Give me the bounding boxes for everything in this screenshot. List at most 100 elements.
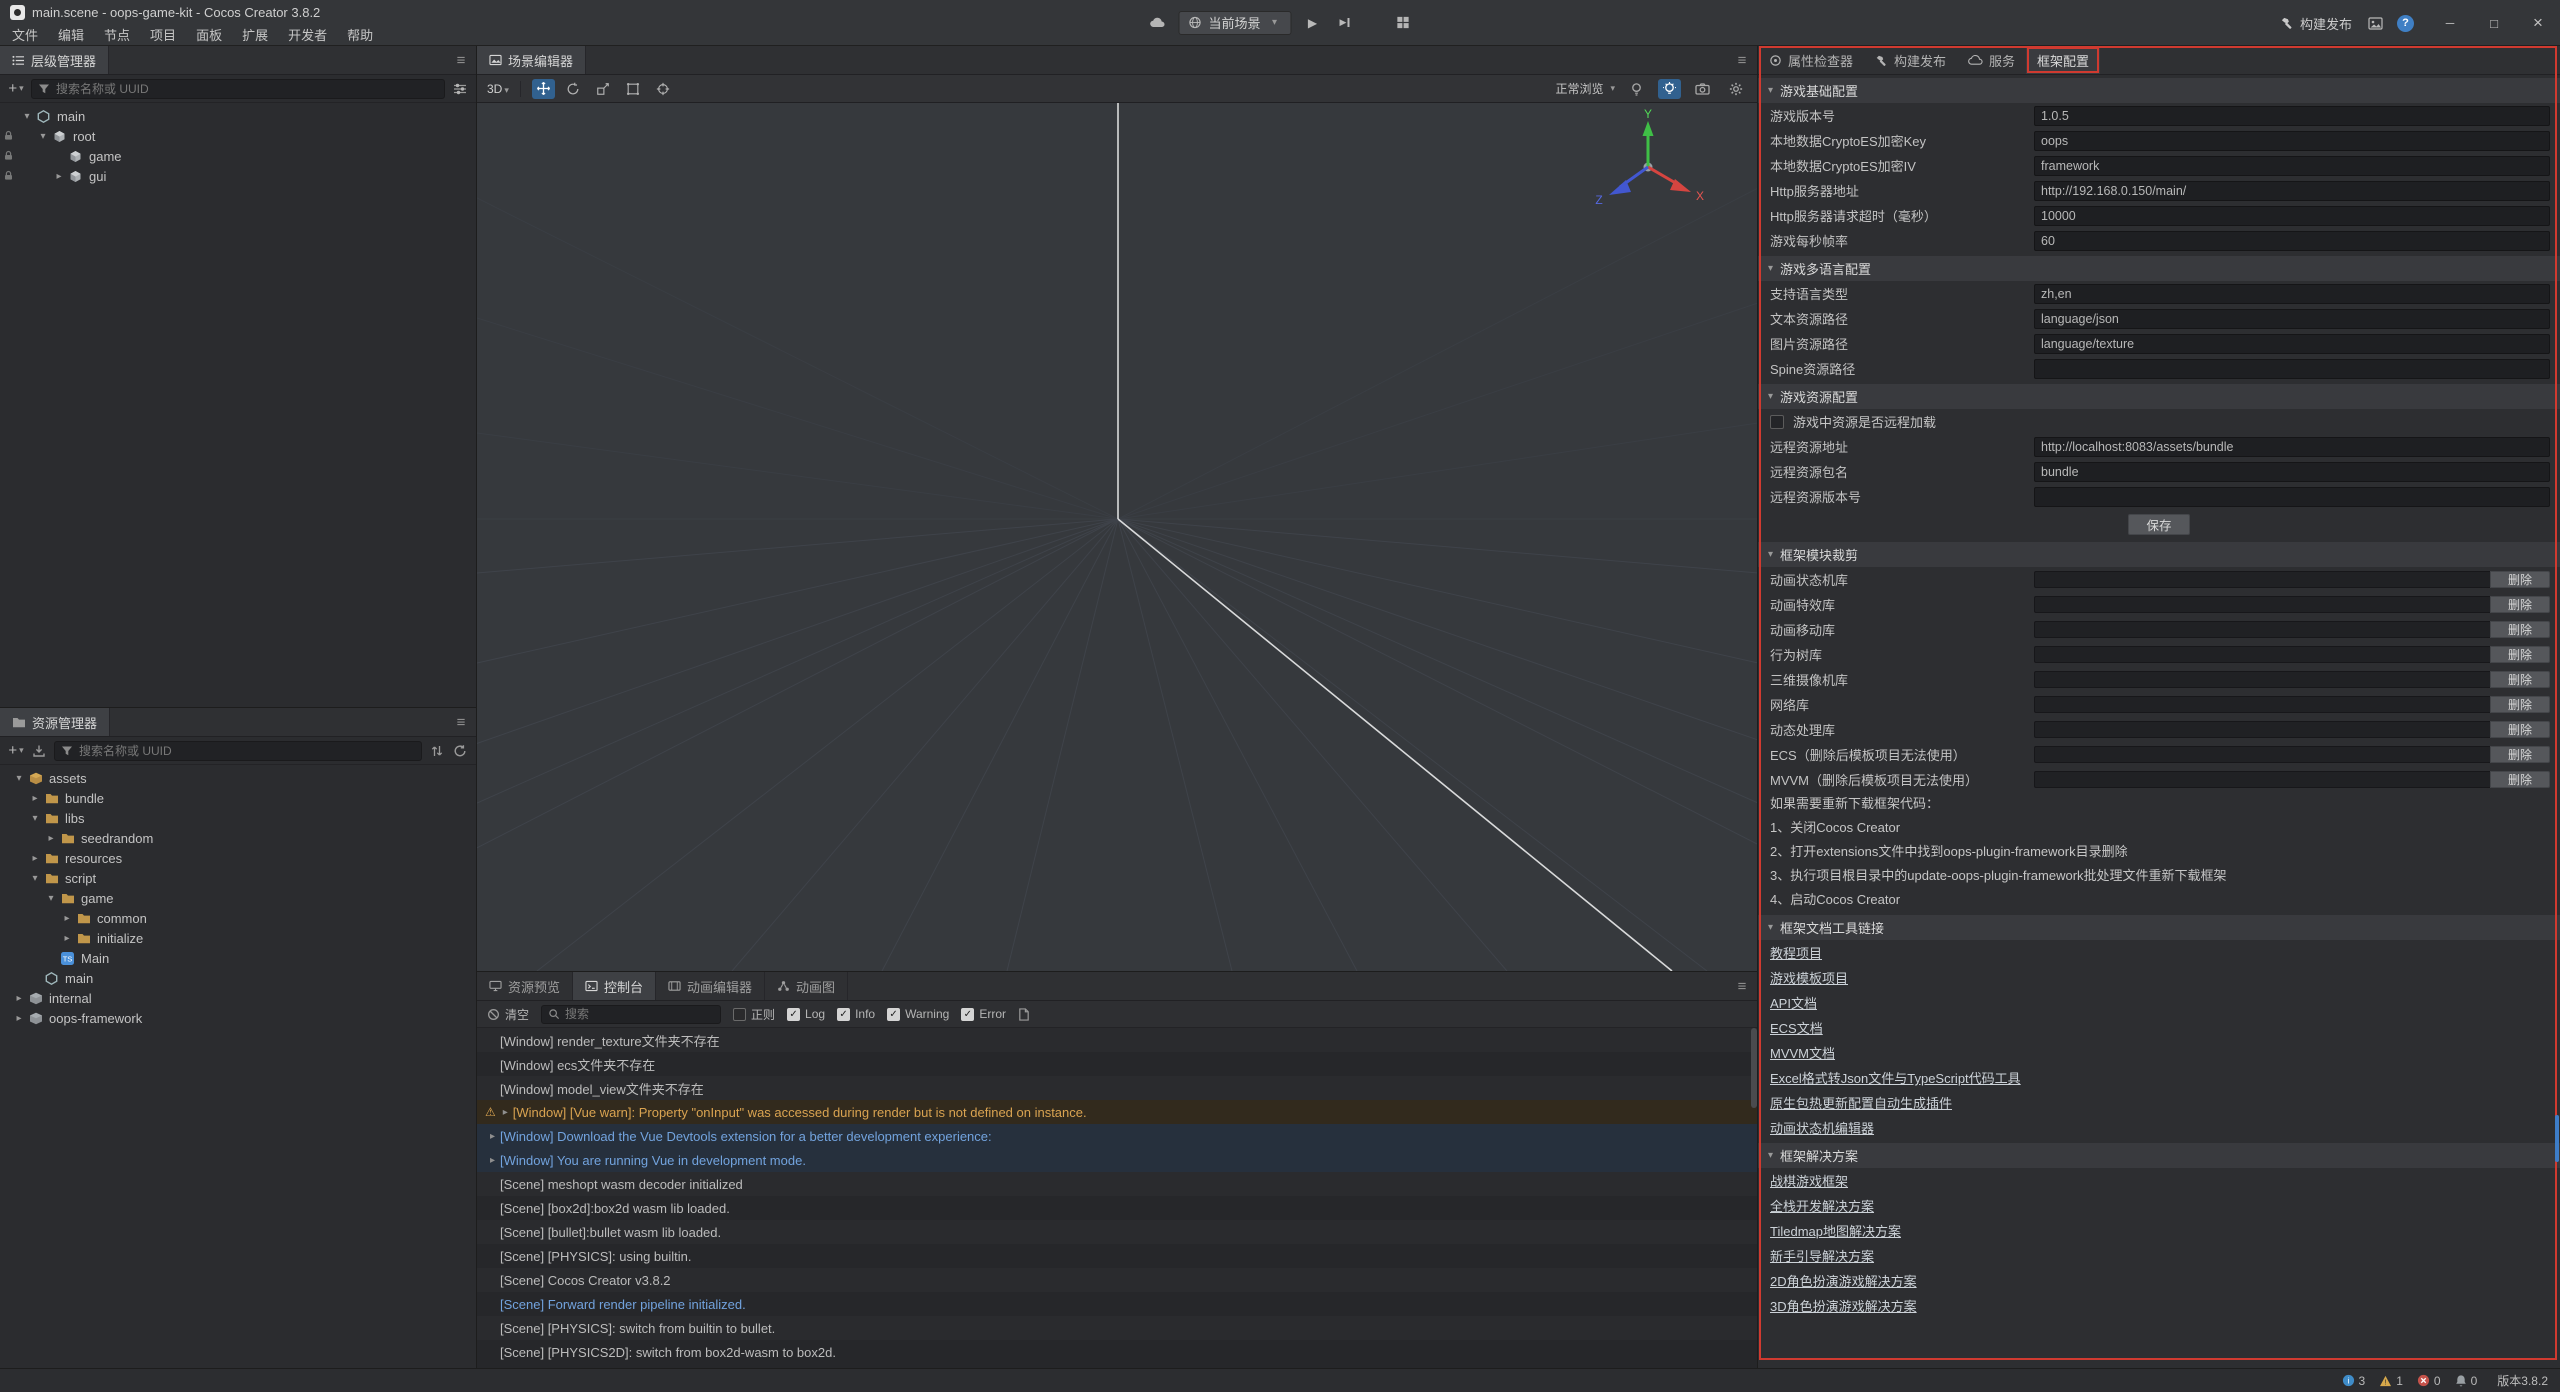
menu-help[interactable]: 帮助 [337,25,383,44]
help-icon[interactable]: ? [2397,15,2414,32]
section-resources[interactable]: 游戏资源配置 [1758,384,2560,409]
console-warning-line[interactable]: [Window] [Vue warn]: Property "onInput" … [477,1100,1757,1124]
maximize-button[interactable] [2472,0,2516,46]
link-tutorial-project[interactable]: 教程项目 [1770,943,1822,962]
hierarchy-filter-icon[interactable] [452,79,468,99]
asset-file-main-scene[interactable]: main [0,968,476,988]
regex-toggle[interactable]: 正则 [733,1006,775,1023]
refresh-icon[interactable] [452,741,468,761]
link-3drpg-solution[interactable]: 3D角色扮演游戏解决方案 [1770,1296,1917,1315]
hierarchy-node-main[interactable]: main [0,106,476,126]
close-button[interactable] [2516,0,2560,46]
menu-file[interactable]: 文件 [2,25,48,44]
chevron-right-icon[interactable] [60,933,74,944]
notification-count[interactable]: 0 [2455,1374,2478,1388]
delete-button[interactable]: 删除 [2490,671,2550,688]
hierarchy-node-game[interactable]: game [0,146,476,166]
asset-folder-script[interactable]: script [0,868,476,888]
asset-db-oops-framework[interactable]: oops-framework [0,1008,476,1028]
console-info-line[interactable]: [Window] Download the Vue Devtools exten… [477,1124,1757,1148]
create-node-button[interactable] [8,79,24,99]
clear-console-button[interactable]: 清空 [487,1006,529,1023]
link-mvvm-docs[interactable]: MVVM文档 [1770,1043,1835,1062]
chevron-down-icon[interactable] [36,131,50,142]
remote-load-checkbox[interactable] [1770,415,1784,429]
link-excel-tool[interactable]: Excel格式转Json文件与TypeScript代码工具 [1770,1068,2021,1087]
menu-panel[interactable]: 面板 [186,25,232,44]
remote-load-row[interactable]: 游戏中资源是否远程加载 [1758,409,2560,434]
chevron-down-icon[interactable] [44,893,58,904]
crypto-iv-input[interactable] [2034,156,2550,176]
axis-gizmo[interactable]: Y X Z [1583,109,1713,219]
delete-button[interactable]: 删除 [2490,746,2550,763]
link-ecs-docs[interactable]: ECS文档 [1770,1018,1823,1037]
asset-folder-common[interactable]: common [0,908,476,928]
console-log-line[interactable]: [Window] ecs文件夹不存在 [477,1052,1757,1076]
tab-assets[interactable]: 资源管理器 [0,708,110,736]
tab-service[interactable]: 服务 [1957,46,2026,74]
console-scrollbar[interactable] [1751,1028,1757,1108]
asset-folder-libs[interactable]: libs [0,808,476,828]
link-fullstack-solution[interactable]: 全栈开发解决方案 [1770,1196,1874,1215]
asset-folder-initialize[interactable]: initialize [0,928,476,948]
section-solutions[interactable]: 框架解决方案 [1758,1143,2560,1168]
checkbox-checked-icon[interactable] [961,1008,974,1021]
hierarchy-search-input[interactable] [56,82,438,96]
import-asset-icon[interactable] [31,741,47,761]
link-template-project[interactable]: 游戏模板项目 [1770,968,1848,987]
checkbox-icon[interactable] [733,1008,746,1021]
expand-arrow-icon[interactable] [498,1107,513,1118]
rect-tool-icon[interactable] [622,79,645,99]
lang-json-path-input[interactable] [2034,309,2550,329]
create-asset-button[interactable] [8,741,24,761]
view-mode-dropdown[interactable]: 正常浏览 [1555,80,1615,97]
step-button[interactable] [1334,12,1356,34]
console-info-line[interactable]: [Window] You are running Vue in developm… [477,1148,1757,1172]
remote-version-input[interactable] [2034,487,2550,507]
asset-file-main-ts[interactable]: TS Main [0,948,476,968]
menu-developer[interactable]: 开发者 [278,25,337,44]
checkbox-checked-icon[interactable] [887,1008,900,1021]
tab-inspector[interactable]: 属性检查器 [1758,46,1864,74]
delete-button[interactable]: 删除 [2490,696,2550,713]
preview-platform-icon[interactable] [1146,12,1168,34]
filter-info-toggle[interactable]: Info [837,1007,875,1021]
chevron-down-icon[interactable] [28,813,42,824]
lock-icon[interactable] [3,130,14,141]
link-guide-solution[interactable]: 新手引导解决方案 [1770,1246,1874,1265]
link-api-docs[interactable]: API文档 [1770,993,1817,1012]
tab-animation-graph[interactable]: 动画图 [765,972,848,1000]
rotate-tool-icon[interactable] [562,79,585,99]
section-language[interactable]: 游戏多语言配置 [1758,256,2560,281]
tab-asset-preview[interactable]: 资源预览 [477,972,573,1000]
asset-folder-seedrandom[interactable]: seedrandom [0,828,476,848]
asset-db-internal[interactable]: internal [0,988,476,1008]
spine-path-input[interactable] [2034,359,2550,379]
chevron-down-icon[interactable] [28,873,42,884]
hierarchy-node-root[interactable]: root [0,126,476,146]
console-log-line[interactable]: [Scene] meshopt wasm decoder initialized [477,1172,1757,1196]
delete-button[interactable]: 删除 [2490,621,2550,638]
link-hotupdate-plugin[interactable]: 原生包热更新配置自动生成插件 [1770,1093,1952,1112]
warning-count[interactable]: ! 1 [2379,1374,2403,1388]
sort-assets-icon[interactable] [429,741,445,761]
hierarchy-searchbox[interactable] [31,79,445,99]
lang-texture-path-input[interactable] [2034,334,2550,354]
link-2drpg-solution[interactable]: 2D角色扮演游戏解决方案 [1770,1271,1917,1290]
asset-folder-resources[interactable]: resources [0,848,476,868]
console-log-line[interactable]: [Scene] [box2d]:box2d wasm lib loaded. [477,1196,1757,1220]
checkbox-checked-icon[interactable] [837,1008,850,1021]
link-tiledmap-solution[interactable]: Tiledmap地图解决方案 [1770,1221,1901,1240]
tab-scene-editor[interactable]: 场景编辑器 [477,46,586,74]
console-log-line[interactable]: [Scene] [PHYSICS2D]: switch from box2d-w… [477,1340,1757,1364]
panel-menu-icon[interactable] [1727,46,1757,74]
save-button[interactable]: 保存 [2128,514,2190,535]
tab-hierarchy[interactable]: 层级管理器 [0,46,109,74]
chevron-right-icon[interactable] [12,1013,26,1024]
chevron-right-icon[interactable] [28,793,42,804]
minimize-button[interactable] [2428,0,2472,46]
asset-db-assets[interactable]: assets [0,768,476,788]
scene-light-icon[interactable] [1658,79,1681,99]
console-log-line[interactable]: [Window] model_view文件夹不存在 [477,1076,1757,1100]
delete-button[interactable]: 删除 [2490,646,2550,663]
